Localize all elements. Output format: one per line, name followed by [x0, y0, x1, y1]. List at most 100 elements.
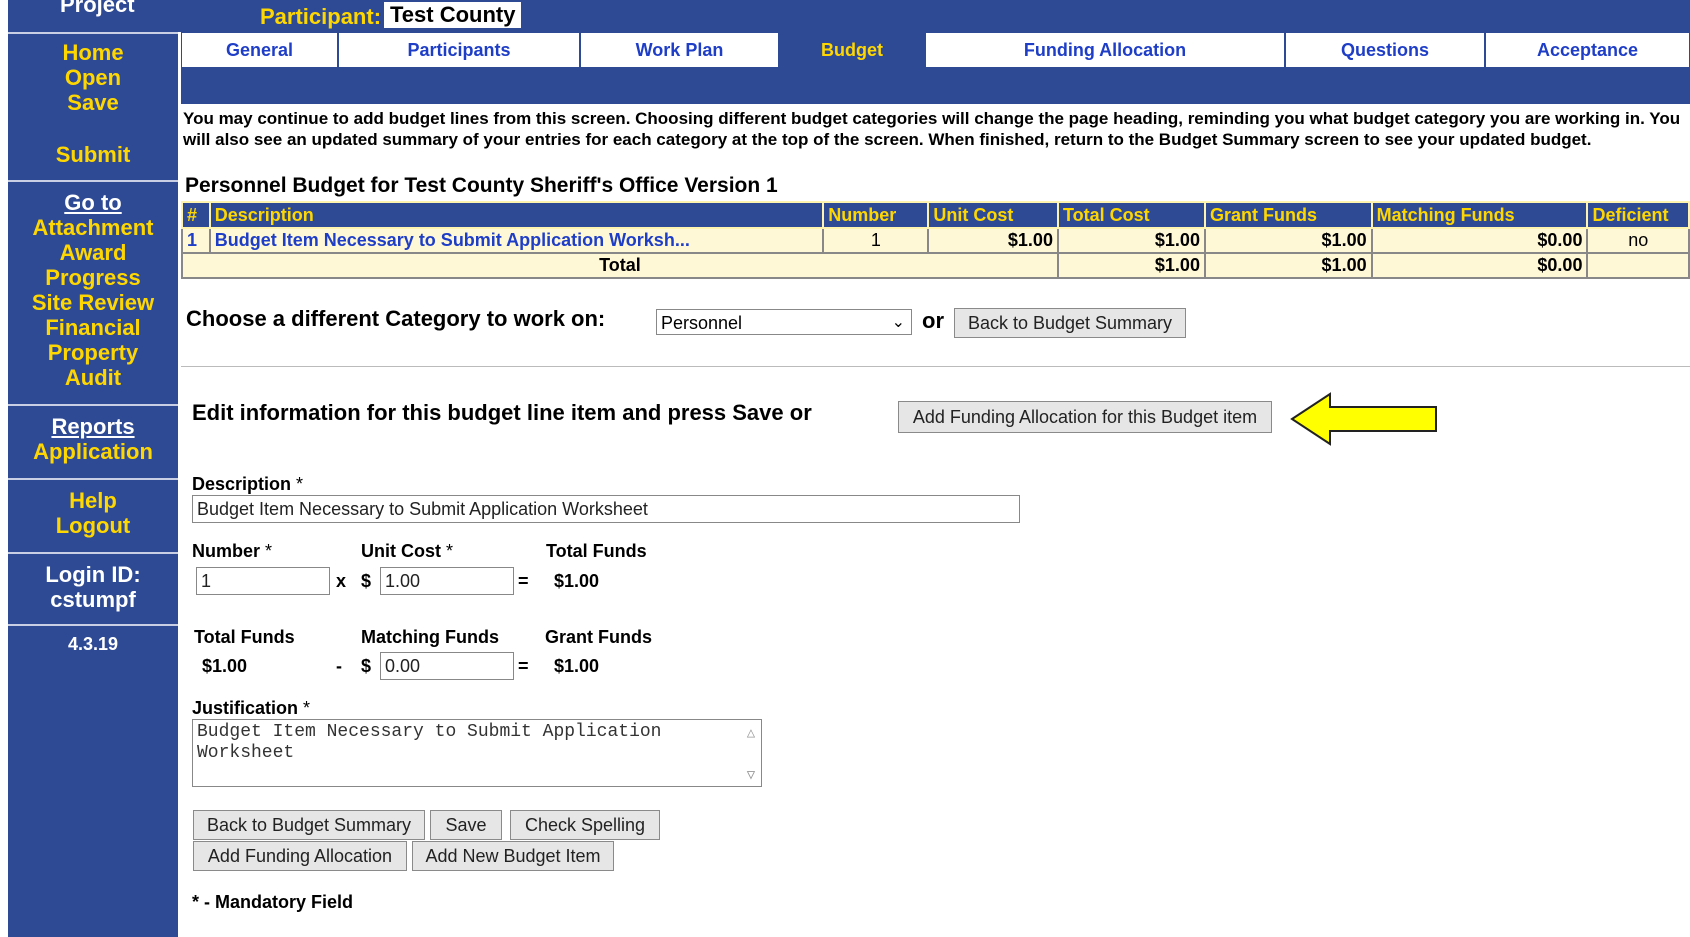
sidebar-item-home[interactable]: Home	[8, 40, 178, 65]
back-to-summary-button[interactable]: Back to Budget Summary	[954, 308, 1186, 338]
unit-cost-field[interactable]: 1.00	[380, 567, 514, 595]
number-label: Number *	[192, 541, 273, 561]
tab-funding-allocation[interactable]: Funding Allocation	[925, 32, 1285, 68]
row-total-cost: $1.00	[1056, 227, 1206, 254]
tab-bar: General Participants Work Plan Budget Fu…	[181, 32, 1690, 68]
matching-funds-field[interactable]: 0.00	[380, 652, 514, 680]
row-matching-funds: $0.00	[1370, 227, 1589, 254]
total-grant-funds: $1.00	[1203, 252, 1373, 279]
description-label: Description *	[192, 474, 304, 494]
sidebar-item-award[interactable]: Award	[8, 240, 178, 265]
tab-participants[interactable]: Participants	[338, 32, 580, 68]
sidebar	[8, 0, 178, 937]
sidebar-item-logout[interactable]: Logout	[8, 513, 178, 538]
justification-text: Budget Item Necessary to Submit Applicat…	[197, 722, 662, 763]
sidebar-group-submit: Submit	[8, 142, 178, 167]
sidebar-item-save[interactable]: Save	[8, 90, 178, 115]
check-spelling-button[interactable]: Check Spelling	[510, 810, 660, 840]
equals-sign: =	[518, 571, 529, 591]
sidebar-group-reports: Reports Application	[8, 414, 178, 464]
participant-value: Test County	[384, 2, 522, 28]
sidebar-item-application[interactable]: Application	[8, 439, 178, 464]
arrow-left-icon	[1290, 392, 1437, 446]
sidebar-item-open[interactable]: Open	[8, 65, 178, 90]
sidebar-group-goto: Go to Attachment Award Progress Site Rev…	[8, 190, 178, 390]
total-cost: $1.00	[1056, 252, 1206, 279]
sidebar-divider	[8, 478, 178, 480]
matching-funds-label: Matching Funds	[361, 627, 499, 647]
sidebar-item-progress[interactable]: Progress	[8, 265, 178, 290]
tab-budget[interactable]: Budget	[779, 32, 925, 68]
or-label: or	[922, 308, 944, 333]
sidebar-item-site-review[interactable]: Site Review	[8, 290, 178, 315]
row-deficient: no	[1586, 227, 1690, 254]
sidebar-item-help[interactable]: Help	[8, 488, 178, 513]
col-header-unit-cost: Unit Cost	[927, 201, 1059, 229]
total-deficient	[1586, 252, 1690, 279]
sidebar-item-financial[interactable]: Financial	[8, 315, 178, 340]
chevron-down-icon: ⌄	[891, 314, 905, 331]
page-title: Personnel Budget for Test County Sheriff…	[185, 174, 778, 197]
grant-funds-value: $1.00	[554, 656, 600, 676]
sidebar-group-help: Help Logout	[8, 488, 178, 538]
add-funding-allocation-button[interactable]: Add Funding Allocation	[193, 841, 407, 871]
total-matching-funds: $0.00	[1370, 252, 1589, 279]
equals-sign: =	[518, 656, 529, 676]
sidebar-divider	[8, 552, 178, 554]
sidebar-item-property[interactable]: Property	[8, 340, 178, 365]
col-header-index: #	[181, 201, 211, 229]
row-unit-cost: $1.00	[927, 227, 1059, 254]
times-sign: x	[336, 571, 347, 591]
tab-work-plan[interactable]: Work Plan	[580, 32, 779, 68]
participant-label: Participant:	[260, 4, 382, 29]
intro-text: You may continue to add budget lines fro…	[183, 109, 1681, 149]
sidebar-item-reports[interactable]: Reports	[8, 414, 178, 439]
description-field[interactable]: Budget Item Necessary to Submit Applicat…	[192, 495, 1020, 523]
add-new-budget-item-button[interactable]: Add New Budget Item	[412, 841, 614, 871]
dollar-sign: $	[361, 571, 372, 591]
col-header-number: Number	[822, 201, 930, 229]
tab-substrip	[181, 68, 1690, 104]
save-button[interactable]: Save	[430, 810, 502, 840]
login-label: Login ID:	[45, 562, 141, 587]
scroll-up-icon[interactable]: △	[747, 726, 755, 742]
tab-acceptance[interactable]: Acceptance	[1485, 32, 1690, 68]
col-header-matching-funds: Matching Funds	[1370, 201, 1589, 229]
sidebar-divider	[8, 404, 178, 406]
scroll-down-icon[interactable]: ▽	[747, 768, 755, 784]
tab-general[interactable]: General	[181, 32, 338, 68]
row-description-link[interactable]: Budget Item Necessary to Submit Applicat…	[208, 227, 825, 254]
dollar-sign: $	[361, 656, 372, 676]
sidebar-item-audit[interactable]: Audit	[8, 365, 178, 390]
col-header-deficient: Deficient	[1586, 201, 1690, 229]
total-funds-value-2: $1.00	[202, 656, 248, 676]
sidebar-divider	[8, 624, 178, 626]
edit-instructions: Edit information for this budget line it…	[192, 400, 812, 425]
number-field[interactable]: 1	[196, 567, 330, 595]
row-index: 1	[181, 227, 211, 254]
category-label: Choose a different Category to work on:	[186, 306, 606, 331]
sidebar-divider	[8, 180, 178, 182]
justification-textarea[interactable]: Budget Item Necessary to Submit Applicat…	[192, 719, 762, 787]
app-version: 4.3.19	[67, 634, 119, 654]
total-funds-value: $1.00	[554, 571, 600, 591]
total-funds-label-2: Total Funds	[194, 627, 295, 647]
table-row[interactable]: 1 Budget Item Necessary to Submit Applic…	[181, 227, 1690, 254]
tab-questions[interactable]: Questions	[1285, 32, 1485, 68]
scrollbar[interactable]: △ ▽	[743, 724, 759, 784]
unit-cost-label: Unit Cost *	[361, 541, 454, 561]
section-divider	[181, 366, 1690, 367]
sidebar-goto-heading: Go to	[64, 190, 122, 215]
sidebar-item-submit[interactable]: Submit	[8, 142, 178, 167]
sidebar-divider	[8, 32, 178, 34]
sidebar-item-attachment[interactable]: Attachment	[8, 215, 178, 240]
minus-sign: -	[336, 656, 342, 676]
total-funds-label: Total Funds	[546, 541, 647, 561]
category-select[interactable]: Personnel ⌄	[656, 309, 912, 335]
sidebar-group-file: Home Open Save	[8, 40, 178, 115]
back-to-budget-summary-button[interactable]: Back to Budget Summary	[193, 810, 425, 840]
justification-label: Justification *	[192, 698, 311, 718]
mandatory-note: * - Mandatory Field	[192, 892, 354, 912]
category-selected-value: Personnel	[661, 313, 743, 333]
add-funding-allocation-item-button[interactable]: Add Funding Allocation for this Budget i…	[898, 401, 1272, 433]
